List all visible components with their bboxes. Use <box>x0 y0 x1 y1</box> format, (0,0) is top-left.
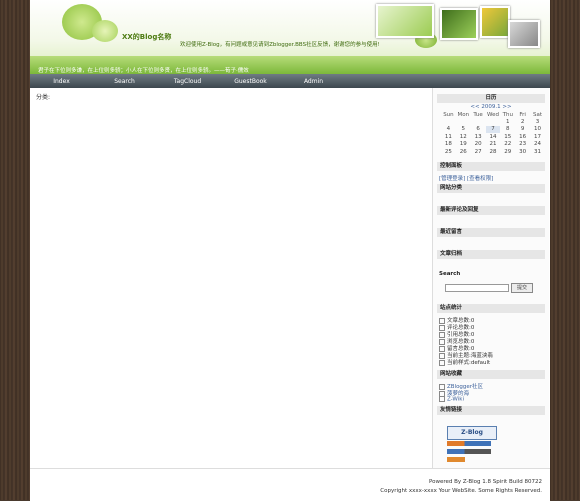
calendar-day: 14 <box>489 133 497 140</box>
calendar-day: 17 <box>534 133 542 140</box>
valid-badge[interactable] <box>447 449 491 454</box>
clover-decoration <box>92 20 118 42</box>
powered-by-text[interactable]: Powered By Z-Blog 1.8 Spirit Build 80722 <box>429 479 542 485</box>
calendar-month-nav[interactable]: << 2009.1 >> <box>433 104 549 110</box>
weekday-label: Wed <box>486 111 499 118</box>
zblog-badge[interactable]: Z-Blog <box>447 426 497 440</box>
admin-login-links[interactable]: [管理登录] [查看权限] <box>439 174 493 182</box>
calendar-day: 24 <box>534 141 542 148</box>
nav-tagcloud[interactable]: TagCloud <box>156 78 219 85</box>
right-wood-border <box>550 0 580 500</box>
stat-item: 当前样式:default <box>439 358 490 366</box>
left-wood-border <box>0 0 30 500</box>
search-title: Search <box>439 271 461 277</box>
categories-title: 网站分类 <box>437 184 545 193</box>
main-nav: Index Search TagCloud GuestBook Admin <box>30 74 550 88</box>
calendar-day <box>486 118 501 125</box>
sidebar: 日历 << 2009.1 >> Sun Mon Tue Wed Thu Fri … <box>432 88 549 468</box>
stat-label: 当前样式:default <box>447 360 491 366</box>
calendar-day: 20 <box>474 141 482 148</box>
calendar-day: 26 <box>459 148 467 155</box>
archives-title: 文章归档 <box>437 250 545 259</box>
weekday-label: Fri <box>519 111 526 118</box>
calendar-day: 9 <box>520 126 525 133</box>
nav-index[interactable]: Index <box>30 78 93 85</box>
weekday-label: Sat <box>533 111 543 118</box>
search-submit-button[interactable]: 提交 <box>511 283 533 293</box>
bullet-icon <box>439 396 445 402</box>
favorite-link-label[interactable]: Z-Wiki <box>447 397 464 403</box>
calendar-day <box>471 118 486 125</box>
calendar-day: 13 <box>474 133 482 140</box>
calendar-day: 27 <box>474 148 482 155</box>
recent-guestbook-title: 最近留言 <box>437 228 545 237</box>
weekday-label: Sun <box>443 111 454 118</box>
rss-badge[interactable] <box>447 441 491 446</box>
weekday-label: Thu <box>502 111 513 118</box>
header-banner: XX的Blog名称 欢迎使用Z-Blog，有问题或意见请到Zblogger.BB… <box>30 0 550 74</box>
calendar-day: 4 <box>446 126 451 133</box>
favorite-link[interactable]: Z-Wiki <box>439 396 464 403</box>
calendar-day: 1 <box>506 119 510 126</box>
calendar-title: 日历 <box>437 94 545 103</box>
calendar-day: 21 <box>489 141 497 148</box>
calendar-day: 6 <box>476 126 480 133</box>
calendar-day <box>441 118 456 125</box>
weekday-label: Mon <box>457 111 470 118</box>
nav-search[interactable]: Search <box>93 78 156 85</box>
calendar-day: 11 <box>444 133 452 140</box>
calendar-day: 3 <box>535 119 540 126</box>
calendar-day: 30 <box>519 148 527 155</box>
weekday-label: Tue <box>473 111 483 118</box>
header-photo <box>376 4 434 38</box>
calendar-day: 8 <box>506 126 510 133</box>
xml-badge[interactable] <box>447 457 465 462</box>
calendar-day <box>456 118 471 125</box>
control-panel-title: 控制面板 <box>437 162 545 171</box>
calendar-day: 19 <box>459 141 467 148</box>
calendar-day: 12 <box>459 133 467 140</box>
calendar-day: 16 <box>519 133 527 140</box>
copyright-text: Copyright xxxx-xxxx Your WebSite. Some R… <box>380 488 542 494</box>
calendar-day: 25 <box>444 148 452 155</box>
calendar-day: 5 <box>461 126 466 133</box>
calendar-day: 22 <box>504 141 512 148</box>
recent-comments-title: 最新评论及回复 <box>437 206 545 215</box>
stats-title: 站点统计 <box>437 304 545 313</box>
category-breadcrumb: 分类: <box>36 94 51 101</box>
header-photo <box>440 8 478 40</box>
search-input[interactable] <box>445 284 509 292</box>
blog-subtitle: 欢迎使用Z-Blog，有问题或意见请到Zblogger.BBS社区反馈，谢谢您的… <box>180 42 380 48</box>
nav-guestbook[interactable]: GuestBook <box>219 78 282 85</box>
main-content: 分类: <box>30 88 430 468</box>
favorites-title: 网站收藏 <box>437 370 545 379</box>
header-photo <box>508 20 540 48</box>
calendar-day: 2 <box>520 119 525 126</box>
calendar-day: 23 <box>519 141 527 148</box>
calendar-day: 18 <box>444 141 452 148</box>
header-photo <box>480 6 510 38</box>
footer: Powered By Z-Blog 1.8 Spirit Build 80722… <box>30 468 550 501</box>
friend-links-title: 友情链接 <box>437 406 545 415</box>
bullet-icon <box>439 359 445 366</box>
calendar-day-today: 7 <box>485 125 501 134</box>
calendar-day: 15 <box>504 133 512 140</box>
header-quote: 君子在下位则多谦，在上位则多骄；小人在下位则多贤，在上位则多骄。——荀子·儒效 <box>38 68 249 74</box>
page-container: XX的Blog名称 欢迎使用Z-Blog，有问题或意见请到Zblogger.BB… <box>30 0 550 501</box>
calendar-day: 28 <box>489 148 497 155</box>
calendar-day: 31 <box>534 148 542 155</box>
blog-title[interactable]: XX的Blog名称 <box>122 32 171 42</box>
calendar-day: 29 <box>504 148 512 155</box>
calendar-day: 10 <box>534 126 542 133</box>
nav-admin[interactable]: Admin <box>282 78 345 85</box>
calendar-table: Sun Mon Tue Wed Thu Fri Sat 1 2 3 4 5 6 <box>441 111 545 155</box>
